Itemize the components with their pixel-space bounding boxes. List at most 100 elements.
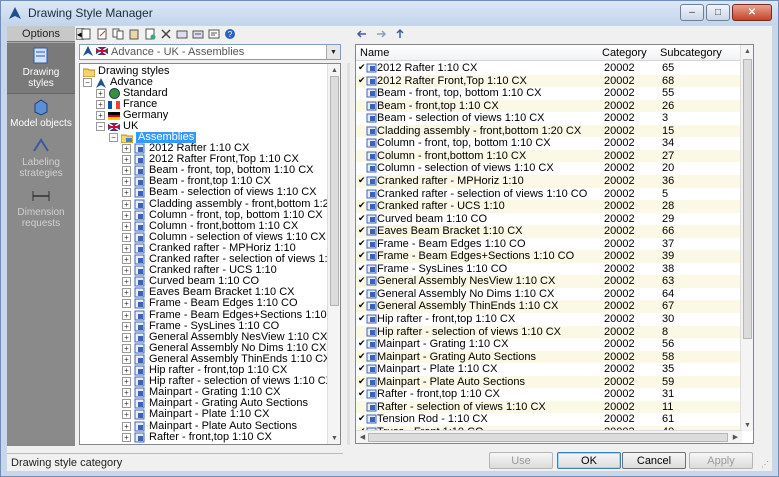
tree-node-style[interactable]: + Beam - selection of views 1:10 CX [122, 187, 317, 198]
list-row[interactable]: ✔ Frame - Beam Edges+Sections 1:10 CO 2000… [356, 250, 742, 263]
list-scrollbar[interactable]: ▲ ▼ [740, 45, 753, 431]
maximize-button[interactable]: □ [706, 4, 730, 21]
expand-toggle-icon[interactable]: + [122, 332, 131, 342]
minimize-button[interactable]: – [680, 4, 704, 21]
expand-toggle-icon[interactable]: + [96, 111, 105, 120]
list-row[interactable]: ✔ Mainpart - Plate 1:10 CX 20002 35 [356, 363, 742, 376]
list-row[interactable]: ✔ Frame - SysLines 1:10 CO 20002 38 [356, 263, 742, 276]
tree-node-style[interactable]: + Frame - SysLines 1:10 CO [122, 320, 279, 332]
settings-icon[interactable] [207, 28, 220, 41]
arrow-left-icon[interactable] [355, 28, 368, 41]
checkmark-icon[interactable]: ✔ [358, 276, 366, 285]
list-row[interactable]: Cranked rafter - selection of views 1:10… [356, 188, 742, 201]
checkmark-icon[interactable]: ✔ [358, 301, 366, 310]
list-row[interactable]: Beam - front,top 1:10 CX 20002 26 [356, 99, 742, 113]
nav-dimension-requests[interactable]: Dimension requests [7, 183, 75, 233]
column-header-name[interactable]: Name [360, 47, 389, 59]
checkmark-icon[interactable] [358, 113, 366, 121]
list-row[interactable]: ✔ Tension Rod - 1:10 CX 20002 61 [356, 413, 742, 426]
import-icon[interactable] [175, 28, 188, 41]
expand-toggle-icon[interactable]: + [122, 277, 131, 287]
checkmark-icon[interactable] [358, 189, 366, 197]
list-horizontal-scrollbar[interactable]: ◀ ▶ [356, 430, 742, 443]
style-location-select[interactable]: Advance - UK - Assemblies ▼ [79, 44, 341, 60]
scroll-up-icon[interactable]: ▲ [328, 64, 340, 76]
expand-toggle-icon[interactable]: + [122, 199, 131, 209]
list-row[interactable]: ✔ Mainpart - Grating Auto Sections 20002 58 [356, 350, 742, 364]
expand-toggle-icon[interactable]: + [122, 166, 131, 176]
expand-toggle-icon[interactable]: + [122, 288, 131, 298]
list-row[interactable]: ✔ Frame - Beam Edges 1:10 CO 20002 37 [356, 238, 742, 251]
list-row[interactable]: Column - front, top, bottom 1:10 CX 20002… [356, 137, 742, 150]
tree-node-style[interactable]: + Rafter - front,top 1:10 CX [122, 431, 272, 443]
expand-toggle-icon[interactable]: + [122, 177, 131, 187]
list-row[interactable]: ✔ Mainpart - Plate Auto Sections 20002 59 [356, 375, 742, 389]
help-icon[interactable]: ? [223, 28, 236, 41]
tree-node-style[interactable]: + Mainpart - Plate 1:10 CX [122, 409, 269, 420]
expand-toggle-icon[interactable]: + [122, 432, 131, 442]
list-row[interactable]: ✔ General Assembly NesView 1:10 CX 20002 63 [356, 275, 742, 288]
list-row[interactable]: Column - selection of views 1:10 CX 20002… [356, 162, 742, 175]
use-button[interactable]: Use [489, 452, 553, 469]
nav-drawing-styles[interactable]: Drawing styles [7, 42, 75, 94]
expand-toggle-icon[interactable]: + [122, 221, 131, 231]
checkmark-icon[interactable] [358, 126, 366, 134]
expand-toggle-icon[interactable]: + [122, 255, 131, 264]
options-header[interactable]: Options [7, 26, 75, 42]
title-bar[interactable]: Drawing Style Manager – □ ✕ [1, 1, 778, 25]
nav-labeling-strategies[interactable]: Labeling strategies [7, 133, 75, 183]
list-row[interactable]: Rafter - selection of views 1:10 CX 20002… [356, 400, 742, 414]
expand-toggle-icon[interactable]: + [122, 366, 131, 375]
expand-toggle-icon[interactable]: + [122, 410, 131, 420]
expand-toggle-icon[interactable]: + [122, 343, 131, 353]
expand-toggle-icon[interactable]: + [122, 377, 131, 387]
duplicate-style-icon[interactable] [143, 28, 156, 41]
checkmark-icon[interactable]: ✔ [358, 376, 366, 385]
expand-toggle-icon[interactable]: + [122, 188, 131, 198]
list-row[interactable]: Beam - selection of views 1:10 CX 20002 3 [356, 112, 742, 125]
tree-scrollbar[interactable]: ▲ ▼ [327, 64, 340, 444]
expand-toggle-icon[interactable]: + [122, 388, 131, 398]
checkmark-icon[interactable] [358, 101, 366, 109]
checkmark-icon[interactable] [358, 402, 366, 410]
expand-toggle-icon[interactable]: + [122, 155, 131, 165]
expand-toggle-icon[interactable]: + [122, 354, 131, 364]
copy-style-icon[interactable] [111, 28, 124, 41]
checkmark-icon[interactable]: ✔ [358, 75, 366, 84]
edit-style-icon[interactable] [95, 28, 108, 41]
list-row[interactable]: ✔ Cranked rafter - UCS 1:10 20002 28 [356, 200, 742, 213]
checkmark-icon[interactable]: ✔ [358, 263, 366, 272]
checkmark-icon[interactable]: ✔ [358, 389, 366, 398]
expand-toggle-icon[interactable]: + [96, 100, 105, 109]
list-row[interactable]: ✔ 2012 Rafter 1:10 CX 20002 65 [356, 62, 742, 75]
tree-node-style[interactable]: + Column - front, top, bottom 1:10 CX [122, 209, 323, 221]
apply-button[interactable]: Apply [689, 452, 753, 469]
list-row[interactable]: ✔ Eaves Beam Bracket 1:10 CX 20002 66 [356, 225, 742, 238]
expand-toggle-icon[interactable]: + [122, 144, 131, 153]
arrow-right-icon[interactable] [374, 28, 387, 41]
list-hscroll-thumb[interactable] [368, 433, 728, 442]
ok-button[interactable]: OK [557, 452, 621, 469]
checkmark-icon[interactable]: ✔ [358, 213, 366, 222]
list-row[interactable]: Column - front,bottom 1:10 CX 20002 27 [356, 149, 742, 163]
tree-node-style[interactable]: + Frame - Beam Edges+Sections 1:10 CO [122, 309, 340, 321]
list-row[interactable]: Beam - front, top, bottom 1:10 CX 20002 55 [356, 87, 742, 100]
list-row[interactable]: Cladding assembly - front,bottom 1:20 CX… [356, 124, 742, 138]
tree-node-style[interactable]: + Mainpart - Plate Auto Sections [122, 420, 297, 432]
list-row[interactable]: ✔ Hip rafter - front,top 1:10 CX 20002 30 [356, 313, 742, 326]
checkmark-icon[interactable]: ✔ [358, 238, 366, 247]
checkmark-icon[interactable]: ✔ [358, 414, 366, 423]
list-scroll-thumb[interactable] [743, 59, 752, 339]
close-button[interactable]: ✕ [732, 4, 772, 21]
paste-style-icon[interactable] [127, 28, 140, 41]
scroll-up-icon[interactable]: ▲ [741, 45, 753, 57]
nav-model-objects[interactable]: Model objects [7, 94, 75, 133]
expand-toggle-icon[interactable]: + [122, 232, 131, 242]
pane-splitter[interactable] [347, 63, 350, 445]
checkmark-icon[interactable]: ✔ [358, 351, 366, 360]
checkmark-icon[interactable]: ✔ [358, 364, 366, 373]
expand-toggle-icon[interactable]: + [122, 399, 131, 409]
list-row[interactable]: ✔ 2012 Rafter Front,Top 1:10 CX 20002 68 [356, 74, 742, 88]
delete-icon[interactable] [159, 28, 172, 41]
checkmark-icon[interactable] [358, 88, 366, 96]
